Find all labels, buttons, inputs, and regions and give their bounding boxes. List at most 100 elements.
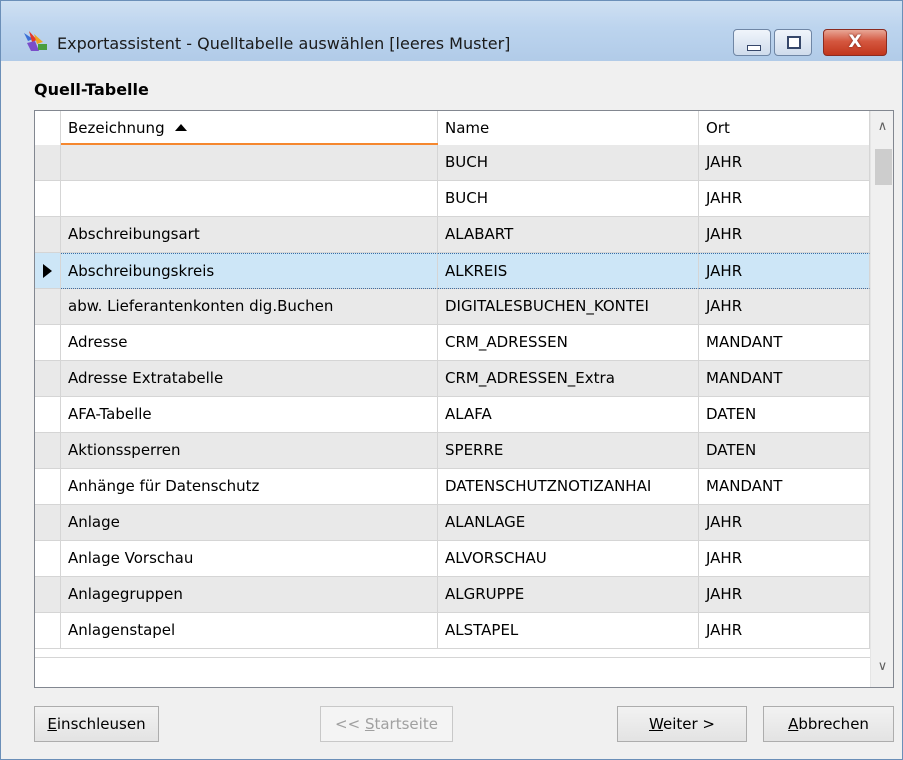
cell-bezeichnung[interactable]: Adresse [61,325,438,361]
row-header-cell[interactable] [35,505,61,541]
cell-bezeichnung[interactable]: Aktionssperren [61,433,438,469]
row-header-cell[interactable] [35,181,61,217]
cell-bezeichnung[interactable] [61,181,438,217]
sort-ascending-icon [174,124,187,131]
cell-name[interactable]: ALABART [438,217,699,253]
scroll-up-icon[interactable]: ∧ [871,119,893,141]
cell-name[interactable]: ALKREIS [438,253,699,289]
table-row[interactable]: Anlagenstapel ALSTAPEL JAHR [35,613,870,649]
row-header-cell[interactable] [35,397,61,433]
row-header-cell[interactable] [35,577,61,613]
cell-name[interactable]: SPERRE [438,433,699,469]
cell-bezeichnung[interactable]: Anlagenstapel [61,613,438,649]
weiter-button[interactable]: Weiter > [617,706,747,742]
cell-ort[interactable]: JAHR [699,289,870,325]
table-row[interactable]: Anlage Vorschau ALVORSCHAU JAHR [35,541,870,577]
cell-bezeichnung[interactable]: Abschreibungskreis [61,253,438,289]
cell-ort[interactable]: JAHR [699,181,870,217]
export-wizard-icon [24,31,47,51]
cell-bezeichnung[interactable] [61,145,438,181]
table-row[interactable]: Anlage ALANLAGE JAHR [35,505,870,541]
cell-bezeichnung[interactable]: Anhänge für Datenschutz [61,469,438,505]
scroll-down-icon[interactable]: ∨ [871,659,893,681]
column-header-label: Bezeichnung [68,119,165,137]
row-header-cell[interactable] [35,541,61,577]
table-row[interactable]: BUCH JAHR [35,181,870,217]
row-header-cell[interactable] [35,469,61,505]
cell-ort[interactable]: MANDANT [699,469,870,505]
row-header-cell[interactable] [35,325,61,361]
column-header-bezeichnung[interactable]: Bezeichnung [61,111,438,145]
cell-ort[interactable]: JAHR [699,541,870,577]
table-row[interactable]: abw. Lieferantenkonten dig.Buchen DIGITAL… [35,289,870,325]
button-label-prefix: << [335,715,365,733]
row-header-cell[interactable] [35,433,61,469]
table-row[interactable]: Abschreibungskreis ALKREIS JAHR [35,253,870,289]
close-icon: X [848,32,862,52]
minimize-button[interactable] [733,29,771,56]
column-header-name[interactable]: Name [438,111,699,145]
cell-name[interactable]: CRM_ADRESSEN [438,325,699,361]
cell-bezeichnung[interactable]: Anlage [61,505,438,541]
table-row[interactable]: BUCH JAHR [35,145,870,181]
minimize-icon [747,45,761,51]
einschleusen-button[interactable]: Einschleusen [34,706,159,742]
cell-name[interactable]: ALAFA [438,397,699,433]
column-header-label: Ort [706,119,730,137]
cell-name[interactable]: DATENSCHUTZNOTIZANHAI [438,469,699,505]
close-button[interactable]: X [823,29,887,56]
cell-bezeichnung[interactable]: Anlage Vorschau [61,541,438,577]
table-row[interactable]: Anlagegruppen ALGRUPPE JAHR [35,577,870,613]
export-wizard-window: Exportassistent - Quelltabelle auswählen… [0,0,903,760]
table-row[interactable]: Anhänge für Datenschutz DATENSCHUTZNOTIZA… [35,469,870,505]
grid-header: Bezeichnung Name Ort [35,111,870,146]
cell-name[interactable]: ALVORSCHAU [438,541,699,577]
row-header-cell[interactable] [35,145,61,181]
row-header-cell[interactable] [35,217,61,253]
cell-bezeichnung[interactable]: Anlagegruppen [61,577,438,613]
source-table-grid[interactable]: Bezeichnung Name Ort BUCH JAHR BUCH JAHR Abs… [34,110,894,688]
grid-empty-footer [35,657,870,687]
column-header-ort[interactable]: Ort [699,111,870,145]
button-label: tartseite [374,715,438,733]
row-header-cell[interactable] [35,613,61,649]
scroll-thumb[interactable] [875,149,892,185]
cell-ort[interactable]: MANDANT [699,325,870,361]
cell-ort[interactable]: JAHR [699,577,870,613]
maximize-button[interactable] [774,29,812,56]
cell-ort[interactable]: JAHR [699,253,870,289]
cell-name[interactable]: ALSTAPEL [438,613,699,649]
table-row[interactable]: AFA-Tabelle ALAFA DATEN [35,397,870,433]
cell-name[interactable]: ALANLAGE [438,505,699,541]
cell-name[interactable]: CRM_ADRESSEN_Extra [438,361,699,397]
cell-name[interactable]: ALGRUPPE [438,577,699,613]
cell-name[interactable]: BUCH [438,181,699,217]
table-row[interactable]: Abschreibungsart ALABART JAHR [35,217,870,253]
cell-ort[interactable]: JAHR [699,613,870,649]
cell-ort[interactable]: JAHR [699,505,870,541]
cell-ort[interactable]: JAHR [699,145,870,181]
cell-bezeichnung[interactable]: abw. Lieferantenkonten dig.Buchen [61,289,438,325]
cell-ort[interactable]: JAHR [699,217,870,253]
row-header-cell[interactable] [35,289,61,325]
cell-name[interactable]: DIGITALESBUCHEN_KONTEI [438,289,699,325]
table-row[interactable]: Aktionssperren SPERRE DATEN [35,433,870,469]
table-row[interactable]: Adresse Extratabelle CRM_ADRESSEN_Extra MA… [35,361,870,397]
cell-ort[interactable]: MANDANT [699,361,870,397]
table-row[interactable]: Adresse CRM_ADRESSEN MANDANT [35,325,870,361]
row-header-cell[interactable] [35,361,61,397]
button-label: bbrechen [798,715,869,733]
row-header-corner [35,111,61,145]
cell-ort[interactable]: DATEN [699,433,870,469]
cell-bezeichnung[interactable]: Adresse Extratabelle [61,361,438,397]
cell-name[interactable]: BUCH [438,145,699,181]
cell-ort[interactable]: DATEN [699,397,870,433]
mnemonic-letter: W [649,715,663,733]
startseite-button[interactable]: << Startseite [320,706,453,742]
title-bar[interactable]: Exportassistent - Quelltabelle auswählen… [1,1,902,61]
row-header-cell[interactable] [35,253,61,289]
vertical-scrollbar[interactable]: ∧ ∨ [870,111,893,687]
abbrechen-button[interactable]: Abbrechen [763,706,894,742]
cell-bezeichnung[interactable]: AFA-Tabelle [61,397,438,433]
cell-bezeichnung[interactable]: Abschreibungsart [61,217,438,253]
